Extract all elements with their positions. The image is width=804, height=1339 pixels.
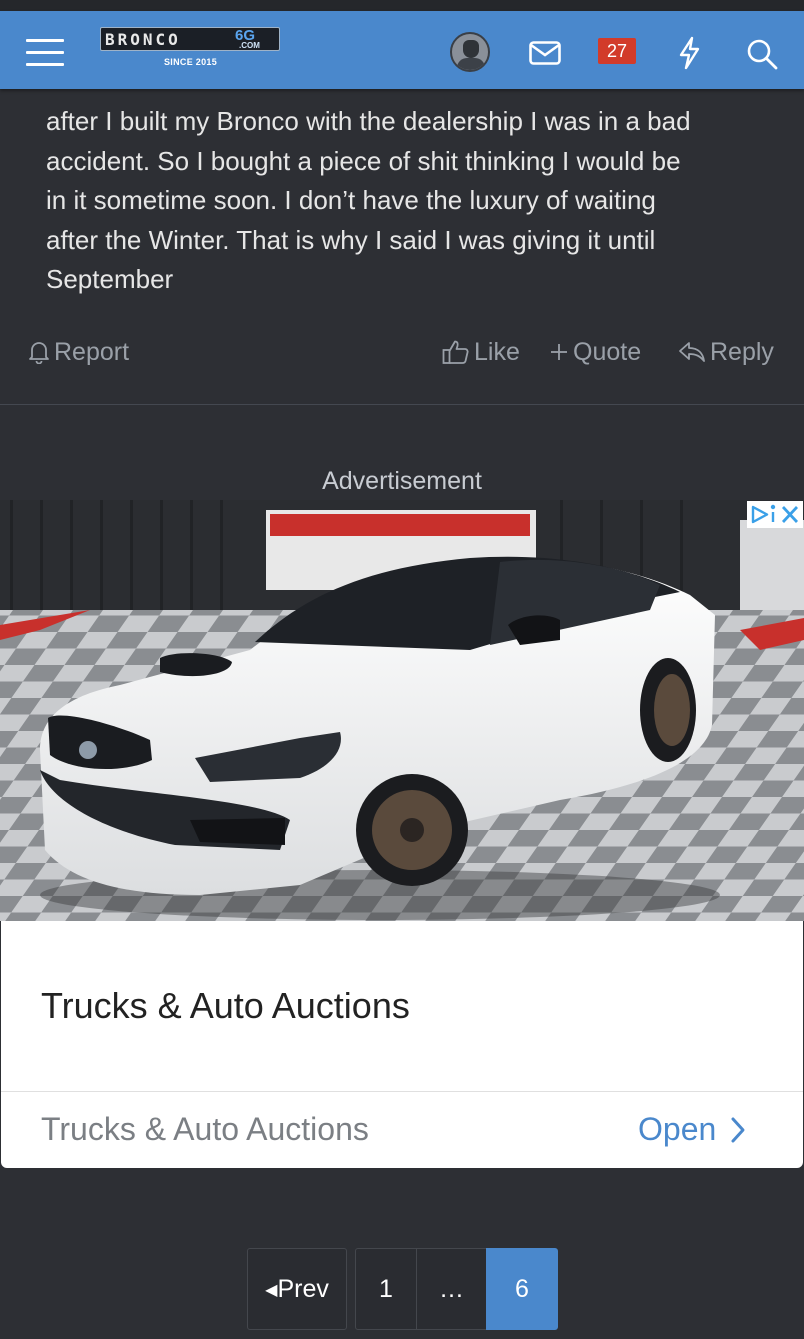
advertisement-label: Advertisement [322, 467, 482, 495]
ad-open-button[interactable]: Open [638, 1111, 746, 1148]
divider [0, 404, 804, 405]
page-button-6[interactable]: 6 [486, 1248, 558, 1330]
logo-word: BRONCO [105, 30, 181, 49]
thumbs-up-icon [442, 340, 469, 364]
ad-image[interactable] [0, 500, 804, 921]
search-icon[interactable] [745, 37, 779, 71]
plus-icon [551, 344, 567, 360]
logo-plate: BRONCO 6G .COM [100, 27, 280, 51]
avatar[interactable] [450, 32, 490, 72]
logo-com: .COM [239, 41, 260, 50]
reply-button[interactable]: Reply [678, 332, 774, 372]
ad-card[interactable]: Trucks & Auto Auctions Trucks & Auto Auc… [1, 921, 803, 1168]
like-button[interactable]: Like [442, 332, 520, 372]
caret-left-icon: ◀ [265, 1282, 278, 1299]
quote-label: Quote [573, 338, 642, 366]
logo-since: SINCE 2015 [164, 57, 218, 67]
car-photo [0, 500, 804, 921]
lightning-icon[interactable] [677, 36, 701, 70]
report-label: Report [54, 338, 130, 366]
post-line: after I built my Bronco with the dealers… [46, 106, 691, 136]
prev-label: Prev [277, 1275, 329, 1303]
alerts-badge[interactable]: 27 [598, 38, 636, 64]
adchoices-glyph [751, 504, 799, 524]
pagination: ◀Prev 1 … 6 [0, 1248, 804, 1330]
reply-icon [679, 342, 705, 362]
bell-icon [29, 342, 49, 364]
status-strip [0, 0, 804, 11]
post-line: September [46, 264, 174, 294]
post-actions: Report Like Quote Reply [0, 332, 804, 372]
page-button-1[interactable]: 1 [355, 1248, 417, 1330]
reply-label: Reply [710, 338, 774, 366]
menu-icon[interactable] [22, 33, 68, 71]
quote-button[interactable]: Quote [549, 332, 641, 372]
prev-page-button[interactable]: ◀Prev [247, 1248, 347, 1330]
site-logo[interactable]: BRONCO 6G .COM SINCE 2015 [100, 27, 282, 73]
chevron-right-icon [731, 1117, 745, 1142]
mail-icon[interactable] [529, 41, 561, 65]
ad-open-label: Open [638, 1111, 717, 1147]
site-header: BRONCO 6G .COM SINCE 2015 27 [0, 11, 804, 89]
post-line: after the Winter. That is why I said I w… [46, 224, 656, 255]
like-label: Like [474, 338, 520, 366]
post-line: accident. So I bought a piece of shit th… [46, 145, 681, 176]
post-body: after I built my Bronco with the dealers… [46, 102, 786, 300]
page-ellipsis[interactable]: … [416, 1248, 487, 1330]
ad-divider [1, 1091, 803, 1092]
ad-title[interactable]: Trucks & Auto Auctions [41, 985, 410, 1027]
report-button[interactable]: Report [28, 332, 129, 372]
ad-subtitle: Trucks & Auto Auctions [41, 1111, 369, 1147]
post-line: in it sometime soon. I don’t have the lu… [46, 185, 656, 215]
adchoices-icon[interactable] [747, 501, 803, 528]
